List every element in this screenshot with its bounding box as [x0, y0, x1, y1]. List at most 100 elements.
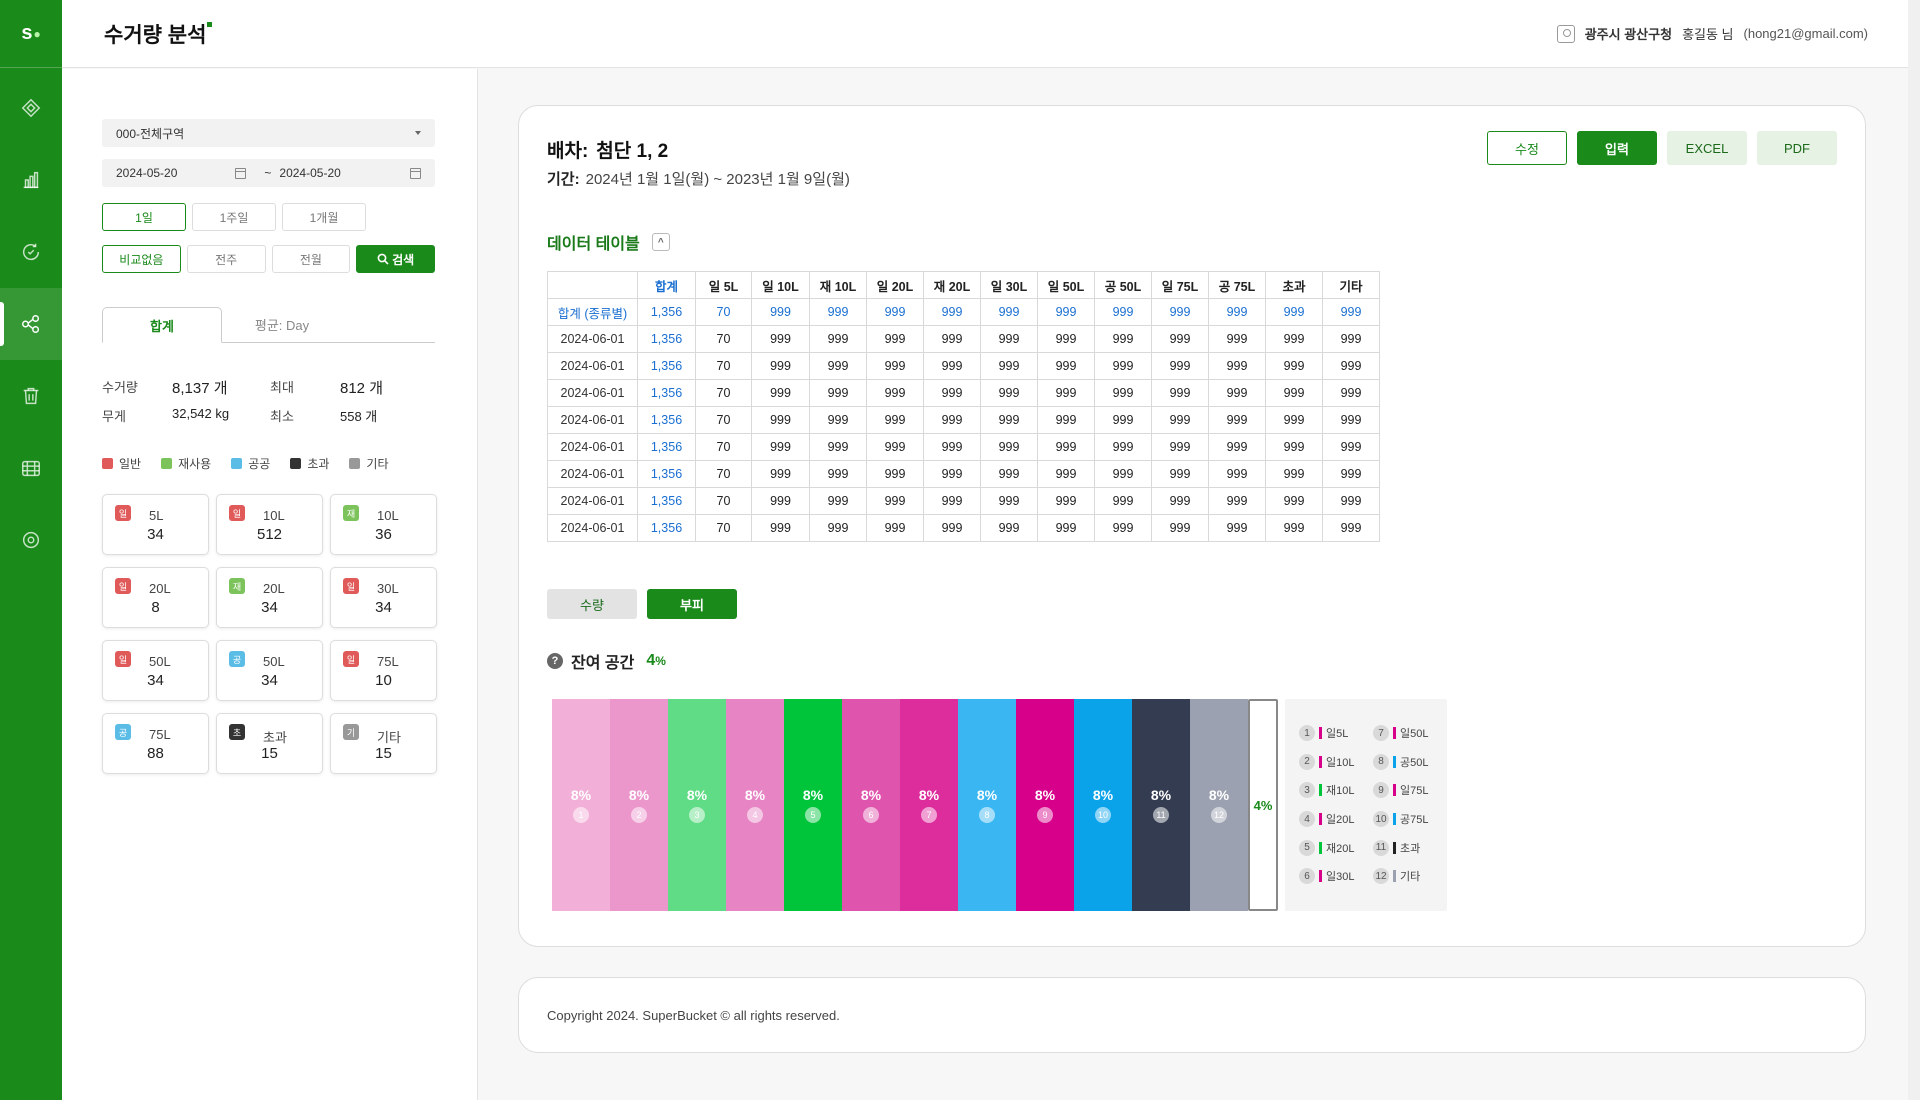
compare-prev-week-button[interactable]: 전주 [186, 245, 266, 273]
table-header-cell[interactable]: 합계 [637, 271, 696, 299]
region-select[interactable]: 000-전체구역 [102, 119, 435, 147]
volume-bar[interactable]: 8% 8 [958, 699, 1016, 911]
edit-button[interactable]: 수정 [1487, 131, 1567, 165]
table-header-cell[interactable]: 초과 [1265, 271, 1323, 299]
table-header-cell[interactable] [547, 271, 638, 299]
compare-none-button[interactable]: 비교없음 [102, 245, 181, 273]
date-to-input[interactable]: 2024-05-20 [279, 166, 340, 180]
table-cell[interactable]: 1,356 [637, 379, 696, 407]
volume-bar[interactable]: 8% 11 [1132, 699, 1190, 911]
type-card[interactable]: 재 10L 36 [330, 494, 437, 555]
table-cell[interactable]: 1,356 [637, 460, 696, 488]
nav-schedule[interactable] [0, 432, 62, 504]
search-button[interactable]: 검색 [356, 245, 435, 273]
type-card[interactable]: 일 5L 34 [102, 494, 209, 555]
calendar-icon[interactable] [235, 167, 247, 179]
collapse-icon[interactable]: ^ [651, 233, 670, 251]
type-card[interactable]: 기 기타 15 [330, 713, 437, 774]
type-card[interactable]: 일 30L 34 [330, 567, 437, 628]
table-header-cell[interactable]: 공 75L [1208, 271, 1266, 299]
volume-bar[interactable]: 8% 3 [668, 699, 726, 911]
page-scrollbar[interactable] [1908, 0, 1920, 1100]
bar-legend-item: 11 초과 [1373, 833, 1447, 862]
volume-bar[interactable]: 8% 10 [1074, 699, 1132, 911]
app-logo[interactable]: s ● [0, 0, 62, 68]
type-badge: 일 [115, 578, 131, 594]
nav-settings[interactable] [0, 504, 62, 576]
type-card[interactable]: 공 75L 88 [102, 713, 209, 774]
bar-legend-marker [1319, 870, 1322, 883]
table-header-cell[interactable]: 일 20L [866, 271, 924, 299]
tab-total[interactable]: 합계 [102, 307, 222, 343]
nav-dashboard[interactable] [0, 72, 62, 144]
table-cell: 합계 (종류별) [547, 298, 638, 326]
tab-average[interactable]: 평균: Day [222, 307, 342, 342]
volume-bar[interactable]: 8% 1 [552, 699, 610, 911]
period-1month-button[interactable]: 1개월 [282, 203, 366, 231]
user-info[interactable]: 광주시 광산구청 홍길동 님 (hong21@gmail.com) [1556, 24, 1868, 43]
table-cell: 999 [866, 298, 924, 326]
nav-bins[interactable] [0, 360, 62, 432]
bar-legend-marker [1319, 784, 1322, 797]
toggle-volume[interactable]: 부피 [647, 589, 737, 619]
volume-bar[interactable]: 8% 5 [784, 699, 842, 911]
type-card[interactable]: 일 75L 10 [330, 640, 437, 701]
table-cell[interactable]: 1,356 [637, 406, 696, 434]
type-badge: 일 [229, 505, 245, 521]
table-cell: 2024-06-01 [547, 379, 638, 407]
period-1day-button[interactable]: 1일 [102, 203, 186, 231]
type-badge: 일 [115, 651, 131, 667]
table-cell[interactable]: 1,356 [637, 514, 696, 542]
volume-bar[interactable]: 8% 7 [900, 699, 958, 911]
input-button[interactable]: 입력 [1577, 131, 1657, 165]
table-cell: 999 [1037, 433, 1095, 461]
table-header-cell[interactable]: 일 75L [1151, 271, 1209, 299]
type-card[interactable]: 재 20L 34 [216, 567, 323, 628]
type-card[interactable]: 공 50L 34 [216, 640, 323, 701]
bar-legend-index: 1 [1299, 725, 1315, 742]
compare-prev-month-button[interactable]: 전월 [271, 245, 351, 273]
type-card[interactable]: 일 20L 8 [102, 567, 209, 628]
table-header-cell[interactable]: 일 30L [980, 271, 1038, 299]
table-cell: 70 [695, 433, 752, 461]
table-cell[interactable]: 1,356 [637, 325, 696, 353]
excel-button[interactable]: EXCEL [1667, 131, 1747, 165]
remaining-bar[interactable]: 4% [1248, 699, 1278, 911]
period-1week-button[interactable]: 1주일 [192, 203, 276, 231]
bar-index: 3 [689, 807, 705, 823]
nav-analysis[interactable] [0, 288, 62, 360]
volume-bar[interactable]: 8% 4 [726, 699, 784, 911]
help-icon[interactable]: ? [547, 653, 563, 669]
volume-bar[interactable]: 8% 2 [610, 699, 668, 911]
table-cell: 2024-06-01 [547, 433, 638, 461]
table-header-cell[interactable]: 기타 [1322, 271, 1380, 299]
table-header-cell[interactable]: 재 10L [809, 271, 867, 299]
volume-bar[interactable]: 8% 6 [842, 699, 900, 911]
volume-bar[interactable]: 8% 9 [1016, 699, 1074, 911]
toggle-quantity[interactable]: 수량 [547, 589, 637, 619]
type-card-label: 50L [263, 654, 285, 669]
table-cell[interactable]: 1,356 [637, 433, 696, 461]
table-header-cell[interactable]: 공 50L [1094, 271, 1152, 299]
table-cell[interactable]: 1,356 [637, 487, 696, 515]
calendar-icon[interactable] [410, 167, 421, 179]
nav-recycle[interactable] [0, 216, 62, 288]
table-cell[interactable]: 1,356 [637, 298, 696, 326]
table-header-cell[interactable]: 일 10L [751, 271, 810, 299]
table-header-cell[interactable]: 재 20L [923, 271, 981, 299]
table-cell: 999 [923, 514, 981, 542]
type-card[interactable]: 일 10L 512 [216, 494, 323, 555]
table-header-cell[interactable]: 일 50L [1037, 271, 1095, 299]
nav-statistics[interactable] [0, 144, 62, 216]
volume-bar[interactable]: 8% 12 [1190, 699, 1248, 911]
date-from-input[interactable]: 2024-05-20 [116, 166, 177, 180]
pdf-button[interactable]: PDF [1757, 131, 1837, 165]
type-card[interactable]: 초 초과 15 [216, 713, 323, 774]
type-card-value: 10 [375, 672, 392, 689]
table-header-cell[interactable]: 일 5L [695, 271, 752, 299]
table-cell: 999 [809, 352, 867, 380]
bar-legend-label: 공50L [1400, 756, 1429, 769]
type-card[interactable]: 일 50L 34 [102, 640, 209, 701]
table-cell[interactable]: 1,356 [637, 352, 696, 380]
bar-index: 1 [573, 807, 589, 823]
